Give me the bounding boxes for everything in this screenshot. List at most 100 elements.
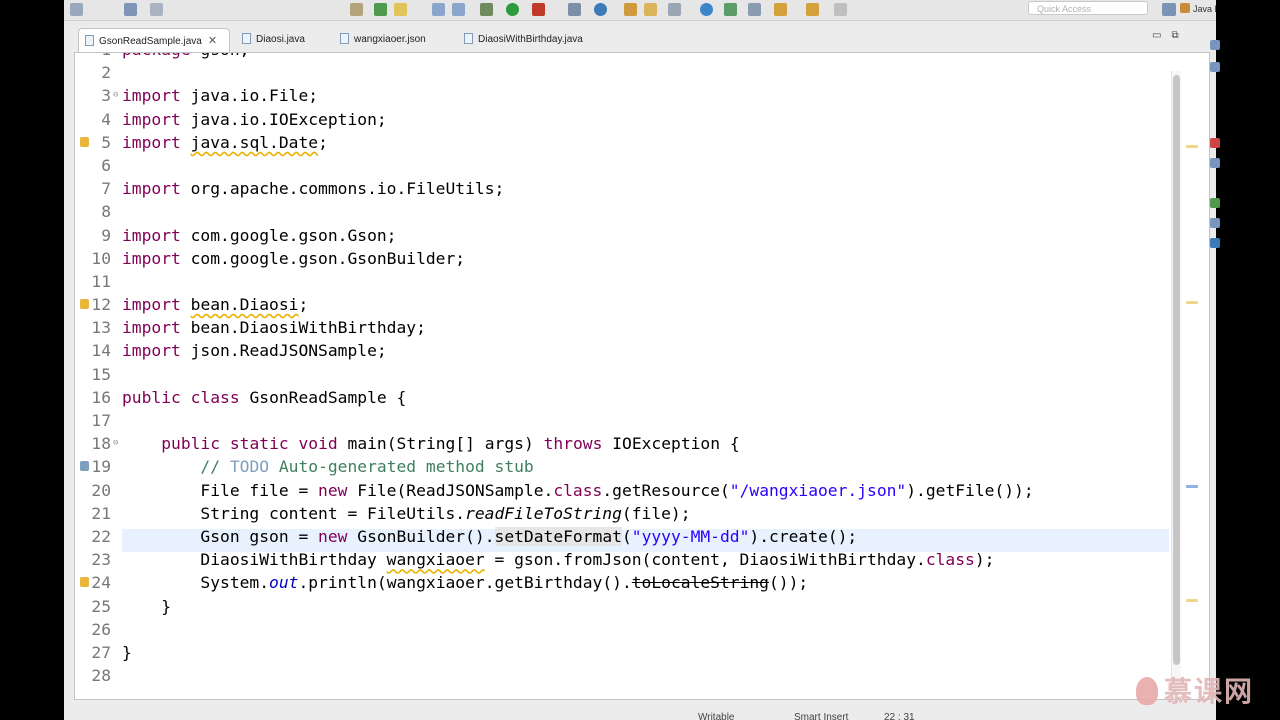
external-tools-icon[interactable] [568, 3, 581, 16]
line-text: import java.io.File; [122, 86, 319, 106]
tab-gson-read-sample[interactable]: GsonReadSample.java ✕ [78, 28, 230, 52]
watermark-text: 慕课网 [1164, 675, 1255, 708]
line-number: 25 [91, 596, 111, 616]
line-text: // TODO Auto-generated method stub [200, 457, 534, 477]
progress-icon[interactable] [1210, 238, 1220, 248]
annotation-icon[interactable] [724, 3, 737, 16]
warning-marker[interactable] [1186, 301, 1198, 304]
flame-logo-icon [1136, 677, 1158, 705]
link-icon[interactable] [350, 3, 363, 16]
open-type-icon[interactable] [624, 3, 637, 16]
quick-access-input[interactable]: Quick Access [1028, 1, 1148, 15]
scrollbar-thumb[interactable] [1173, 75, 1180, 665]
line-number: 11 [91, 271, 111, 291]
warning-marker[interactable] [1186, 145, 1198, 148]
line-number: 8 [101, 202, 111, 222]
json-file-icon [340, 33, 349, 44]
line-text: } [122, 642, 132, 662]
line-number: 15 [91, 364, 111, 384]
edit-icon[interactable] [748, 3, 761, 16]
perspective-java-ee[interactable]: Java EE [1180, 1, 1216, 17]
line-number: 4 [101, 109, 111, 129]
minimize-icon[interactable]: ▭ [1152, 30, 1161, 41]
line-number: 14 [91, 341, 111, 361]
perspective-label: Java EE [1193, 4, 1216, 14]
error-log-icon[interactable] [1210, 138, 1220, 148]
line-number: 24 [91, 573, 111, 593]
tab-label: Diaosi.java [256, 34, 305, 45]
insert-mode-status: Smart Insert [794, 712, 849, 720]
line-text: import org.apache.commons.io.FileUtils; [122, 179, 505, 199]
tab-label: DiaosiWithBirthday.java [478, 34, 583, 45]
tab-wangxiaoer-json[interactable]: wangxiaoer.json [340, 28, 450, 52]
next-annotation-icon[interactable] [774, 3, 787, 16]
console-icon[interactable] [1210, 218, 1220, 228]
paragraph-icon[interactable] [452, 3, 465, 16]
line-text: Gson gson = new GsonBuilder().setDateFor… [122, 526, 858, 546]
line-text: import bean.Diaosi; [122, 295, 309, 315]
javadoc-icon[interactable] [1210, 158, 1220, 168]
line-number: 1 [75, 53, 111, 61]
globe-icon[interactable] [594, 3, 607, 16]
fold-icon[interactable]: ⊖ [113, 84, 118, 107]
writable-status: Writable [698, 712, 735, 720]
save-icon[interactable] [124, 3, 137, 16]
line-number: 12 [91, 295, 111, 315]
line-text: import json.ReadJSONSample; [122, 341, 387, 361]
stop-icon[interactable] [532, 3, 545, 16]
maximize-icon[interactable]: ⧉ [1171, 30, 1178, 41]
line-number: 21 [91, 503, 111, 523]
line-text: public class GsonReadSample { [122, 387, 407, 407]
line-number: 22 [91, 526, 111, 546]
line-text: String content = FileUtils.readFileToStr… [122, 503, 691, 523]
print-icon[interactable] [150, 3, 163, 16]
folder-icon[interactable] [644, 3, 657, 16]
fold-icon[interactable]: ⊖ [113, 432, 118, 455]
warning-marker[interactable] [1186, 599, 1198, 602]
eclipse-window: Quick Access Java EE GsonReadSample.java… [64, 0, 1216, 720]
servers-icon[interactable] [1210, 198, 1220, 208]
line-text: File file = new File(ReadJSONSample.clas… [122, 480, 1034, 500]
line-number: 28 [91, 666, 111, 686]
line-text: import bean.DiaosiWithBirthday; [122, 318, 426, 338]
close-icon[interactable]: ✕ [208, 35, 217, 47]
task-list-icon[interactable] [1210, 62, 1220, 72]
run-icon[interactable] [506, 3, 519, 16]
status-bar: Writable Smart Insert 22 : 31 [64, 702, 1216, 720]
editor-window-controls: ▭ ⧉ [1152, 30, 1189, 41]
java-file-icon [242, 33, 251, 44]
open-perspective-icon[interactable] [1162, 3, 1176, 16]
outline-icon[interactable] [1210, 40, 1220, 50]
line-number: 17 [91, 411, 111, 430]
new-icon[interactable] [70, 3, 83, 16]
web-browser-icon[interactable] [700, 3, 713, 16]
back-icon[interactable] [806, 3, 819, 16]
pin-icon[interactable] [374, 3, 387, 16]
code-editor[interactable]: 1package gson; 2 3⊖import java.io.File; … [74, 52, 1210, 700]
tab-diaosi-with-birthday[interactable]: DiaosiWithBirthday.java [464, 28, 614, 52]
line-text: import com.google.gson.GsonBuilder; [122, 248, 466, 268]
imooc-watermark: 慕课网 [1136, 670, 1254, 710]
document-icon[interactable] [432, 3, 445, 16]
line-number: 26 [91, 619, 111, 639]
java-file-icon [85, 35, 94, 46]
line-number: 7 [101, 179, 111, 199]
search-icon[interactable] [668, 3, 681, 16]
line-text: import java.sql.Date; [122, 132, 328, 152]
tab-label: wangxiaoer.json [354, 34, 426, 45]
debug-icon[interactable] [480, 3, 493, 16]
line-text: import java.io.IOException; [122, 109, 387, 129]
line-text: DiaosiWithBirthday wangxiaoer = gson.fro… [122, 550, 995, 570]
side-toolbar [1210, 0, 1280, 720]
highlight-icon[interactable] [394, 3, 407, 16]
vertical-scrollbar[interactable] [1171, 71, 1181, 695]
tab-diaosi[interactable]: Diaosi.java [242, 28, 342, 52]
task-marker[interactable] [1186, 485, 1198, 488]
line-text: package gson; [122, 53, 249, 61]
line-number: 20 [91, 480, 111, 500]
editor-tab-bar: GsonReadSample.java ✕ Diaosi.java wangxia… [74, 28, 1210, 52]
line-number: 19 [91, 457, 111, 477]
line-number: 6 [101, 155, 111, 175]
forward-icon[interactable] [834, 3, 847, 16]
overview-ruler[interactable] [1185, 53, 1205, 699]
